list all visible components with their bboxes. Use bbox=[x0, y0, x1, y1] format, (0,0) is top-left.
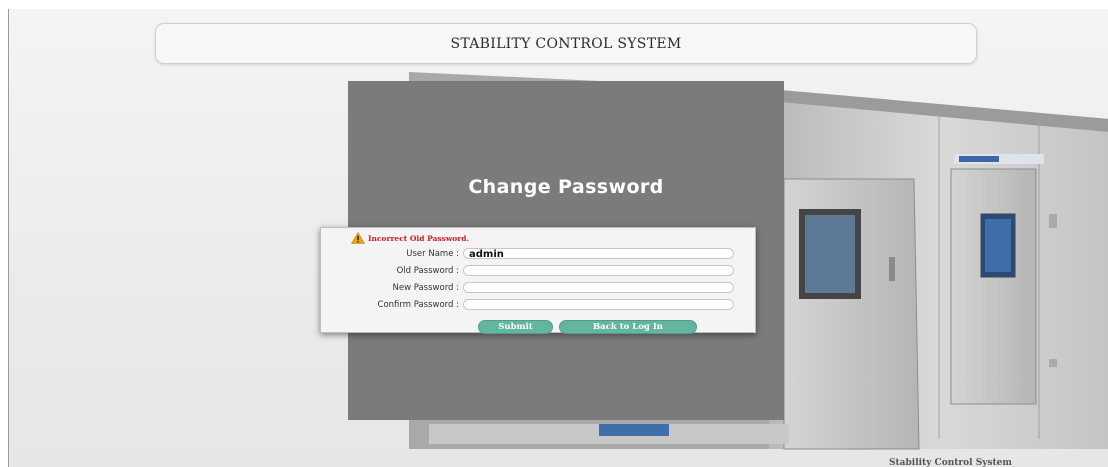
panel-title: Change Password bbox=[468, 176, 664, 198]
error-text: Incorrect Old Password. bbox=[368, 233, 470, 243]
warning-icon bbox=[351, 232, 365, 244]
row-confirm-password: Confirm Password : bbox=[321, 298, 734, 311]
header-banner: STABILITY CONTROL SYSTEM bbox=[155, 23, 977, 64]
confirm-password-label: Confirm Password : bbox=[377, 299, 459, 310]
submit-button[interactable]: Submit bbox=[478, 320, 553, 334]
confirm-password-field[interactable] bbox=[463, 299, 734, 310]
error-message: Incorrect Old Password. bbox=[351, 232, 469, 244]
user-name-field[interactable]: admin bbox=[463, 248, 734, 260]
app-title: STABILITY CONTROL SYSTEM bbox=[450, 35, 682, 52]
page-viewport: STABILITY CONTROL SYSTEM Change Password… bbox=[8, 9, 1108, 467]
new-password-field[interactable] bbox=[463, 282, 734, 293]
row-new-password: New Password : bbox=[321, 281, 734, 294]
user-name-label: User Name : bbox=[406, 248, 459, 259]
back-to-login-button[interactable]: Back to Log In bbox=[559, 320, 697, 334]
old-password-label: Old Password : bbox=[396, 265, 459, 276]
new-password-label: New Password : bbox=[392, 282, 459, 293]
footer-text: Stability Control System bbox=[889, 458, 1012, 467]
old-password-field[interactable] bbox=[463, 265, 734, 276]
row-user-name: User Name : admin bbox=[321, 247, 734, 260]
row-old-password: Old Password : bbox=[321, 264, 734, 277]
change-password-form: Incorrect Old Password. User Name : admi… bbox=[320, 227, 756, 334]
